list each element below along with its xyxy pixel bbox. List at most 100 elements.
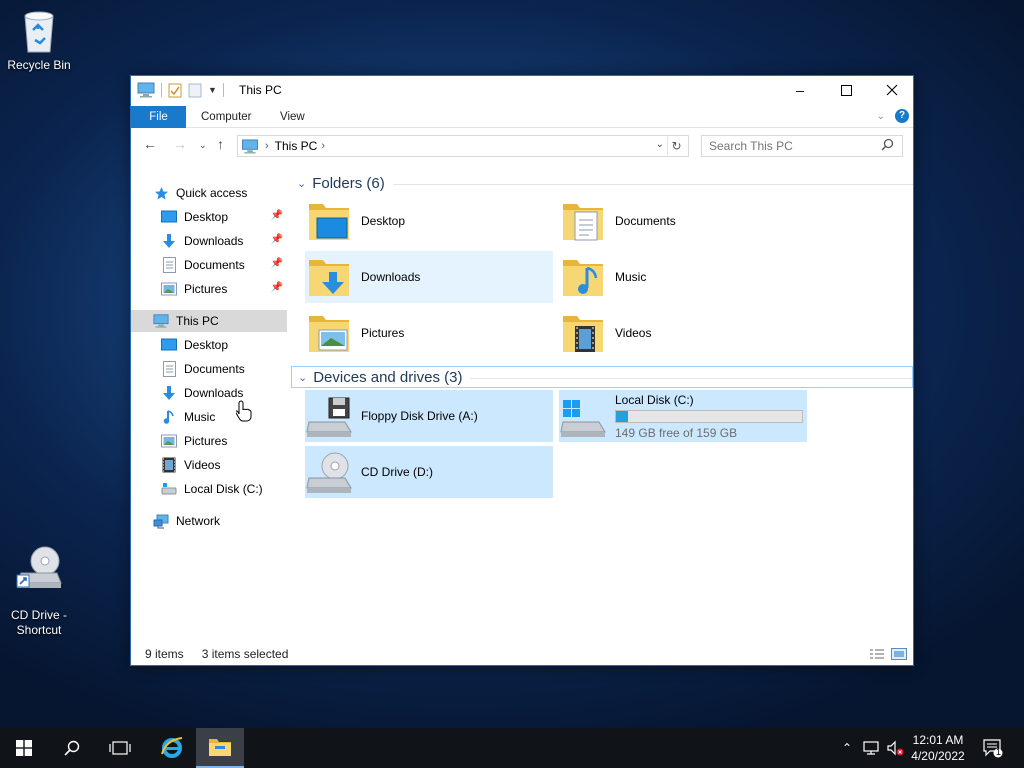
- local-disk-icon: [161, 481, 177, 497]
- navigation-bar: ← → ⌄ ↑ › This PC › ⌄ ↻: [131, 134, 913, 158]
- network-tray-button[interactable]: [860, 728, 882, 768]
- sidebar-item-quick-desktop[interactable]: Desktop 📌: [131, 206, 287, 228]
- pictures-icon: [161, 281, 177, 297]
- sidebar-item-quick-downloads[interactable]: Downloads 📌: [131, 230, 287, 252]
- folder-tile-videos[interactable]: Videos: [559, 307, 807, 359]
- taskbar-file-explorer[interactable]: [196, 728, 244, 768]
- pin-icon[interactable]: 📌: [271, 258, 283, 269]
- tab-file[interactable]: File: [131, 106, 186, 128]
- desktop-label-cd-drive-shortcut: CD Drive - Shortcut: [11, 608, 67, 637]
- content-pane: ⌄ Folders (6) Desktop Documents Download…: [291, 172, 913, 642]
- this-pc-icon: [137, 82, 155, 98]
- expand-ribbon-chevron-icon[interactable]: ⌄: [877, 111, 885, 122]
- sidebar-item-pc-music[interactable]: Music: [131, 406, 287, 428]
- action-center-button[interactable]: 1: [978, 728, 1008, 768]
- disk-usage-bar: [615, 409, 803, 423]
- breadcrumb-chevron-icon[interactable]: ›: [265, 140, 269, 152]
- this-pc-icon: [242, 138, 258, 154]
- cd-drive-icon: [305, 448, 353, 496]
- pictures-icon: [161, 433, 177, 449]
- taskbar-clock[interactable]: 12:01 AM 4/20/2022: [898, 732, 978, 764]
- tab-view[interactable]: View: [266, 106, 319, 128]
- sidebar-item-pc-downloads[interactable]: Downloads: [131, 382, 287, 404]
- sidebar-label: Pictures: [184, 282, 228, 296]
- pin-icon[interactable]: 📌: [271, 234, 283, 245]
- search-input[interactable]: [701, 135, 903, 157]
- folders-group-header[interactable]: ⌄ Folders (6): [291, 172, 913, 194]
- tile-label: CD Drive (D:): [361, 465, 433, 479]
- drive-tile-local-disk-c[interactable]: Local Disk (C:) 149 GB free of 159 GB: [559, 390, 807, 442]
- sidebar-item-quick-pictures[interactable]: Pictures 📌: [131, 278, 287, 300]
- clock-date: 4/20/2022: [911, 749, 965, 763]
- search-icon[interactable]: [881, 138, 894, 151]
- task-view-button[interactable]: [96, 728, 144, 768]
- tile-label: Pictures: [361, 326, 405, 340]
- address-dropdown-chevron-icon[interactable]: ⌄: [656, 139, 664, 150]
- new-folder-icon[interactable]: [188, 82, 202, 98]
- back-arrow-icon[interactable]: ←: [143, 136, 157, 152]
- breadcrumb-chevron-icon[interactable]: ›: [321, 140, 325, 152]
- disk-usage-fill: [616, 410, 628, 422]
- drives-group-header[interactable]: ⌄ Devices and drives (3): [291, 366, 913, 388]
- sidebar-item-pc-desktop[interactable]: Desktop: [131, 334, 287, 356]
- show-hidden-icons-button[interactable]: ⌃: [838, 728, 856, 768]
- sidebar-item-pc-local-disk[interactable]: Local Disk (C:): [131, 478, 287, 500]
- pin-icon[interactable]: 📌: [271, 282, 283, 293]
- collapse-chevron-icon[interactable]: ⌄: [298, 371, 307, 384]
- tab-computer[interactable]: Computer: [187, 106, 266, 128]
- folder-tile-pictures[interactable]: Pictures: [305, 307, 553, 359]
- folder-tile-documents[interactable]: Documents: [559, 195, 807, 247]
- group-title: Devices and drives (3): [313, 368, 463, 386]
- details-view-icon[interactable]: [869, 648, 885, 660]
- sidebar-item-pc-documents[interactable]: Documents: [131, 358, 287, 380]
- large-icons-view-icon[interactable]: [891, 648, 907, 660]
- title-bar[interactable]: ▼ This PC –: [131, 76, 913, 104]
- downloads-icon: [161, 385, 177, 401]
- sidebar-label: Music: [184, 410, 216, 424]
- desktop-icon-cd-drive-shortcut[interactable]: CD Drive - Shortcut: [1, 530, 77, 638]
- maximize-button[interactable]: [823, 76, 869, 104]
- drive-tile-floppy[interactable]: Floppy Disk Drive (A:): [305, 390, 553, 442]
- view-toggle-group: [869, 648, 907, 660]
- cd-drive-shortcut-icon: [16, 546, 62, 588]
- folder-tile-downloads[interactable]: Downloads: [305, 251, 553, 303]
- start-button[interactable]: [0, 728, 48, 768]
- internet-explorer-icon: [161, 737, 183, 758]
- forward-arrow-icon[interactable]: →: [173, 136, 187, 152]
- sidebar-item-quick-access[interactable]: Quick access: [131, 182, 287, 204]
- search-button[interactable]: [48, 728, 96, 768]
- sidebar-item-pc-pictures[interactable]: Pictures: [131, 430, 287, 452]
- pin-icon[interactable]: 📌: [271, 210, 283, 221]
- refresh-icon[interactable]: ↻: [667, 137, 685, 155]
- recent-locations-chevron-icon[interactable]: ⌄: [199, 140, 207, 151]
- up-arrow-icon[interactable]: ↑: [217, 136, 224, 152]
- sidebar-item-pc-videos[interactable]: Videos: [131, 454, 287, 476]
- close-button[interactable]: [869, 76, 915, 104]
- sidebar-item-quick-documents[interactable]: Documents 📌: [131, 254, 287, 276]
- breadcrumb-this-pc[interactable]: This PC: [275, 139, 318, 153]
- sidebar-item-this-pc[interactable]: This PC: [131, 310, 287, 332]
- downloads-icon: [161, 233, 177, 249]
- group-divider: [470, 377, 912, 379]
- ribbon-tab-bar: File Computer View ⌄ ?: [131, 106, 913, 128]
- music-icon: [161, 409, 177, 425]
- sidebar-item-network[interactable]: Network: [131, 510, 287, 532]
- address-bar[interactable]: › This PC › ⌄ ↻: [237, 135, 689, 157]
- tile-label: Music: [615, 270, 647, 284]
- customize-qat-chevron-icon[interactable]: ▼: [208, 85, 217, 95]
- help-icon[interactable]: ?: [895, 109, 909, 123]
- minimize-button[interactable]: –: [777, 76, 823, 104]
- folder-tile-desktop[interactable]: Desktop: [305, 195, 553, 247]
- sidebar-label: Pictures: [184, 434, 228, 448]
- properties-icon[interactable]: [168, 82, 182, 98]
- folder-tile-music[interactable]: Music: [559, 251, 807, 303]
- taskbar-internet-explorer[interactable]: [148, 728, 196, 768]
- documents-icon: [161, 257, 177, 273]
- collapse-chevron-icon[interactable]: ⌄: [297, 177, 306, 190]
- desktop-icon: [161, 337, 177, 353]
- desktop-icon-recycle-bin[interactable]: Recycle Bin: [1, 8, 77, 73]
- group-title: Folders (6): [312, 174, 385, 192]
- drive-tile-cd-drive[interactable]: CD Drive (D:): [305, 446, 553, 498]
- desktop-icon: [161, 209, 177, 225]
- sidebar-label: Documents: [184, 362, 245, 376]
